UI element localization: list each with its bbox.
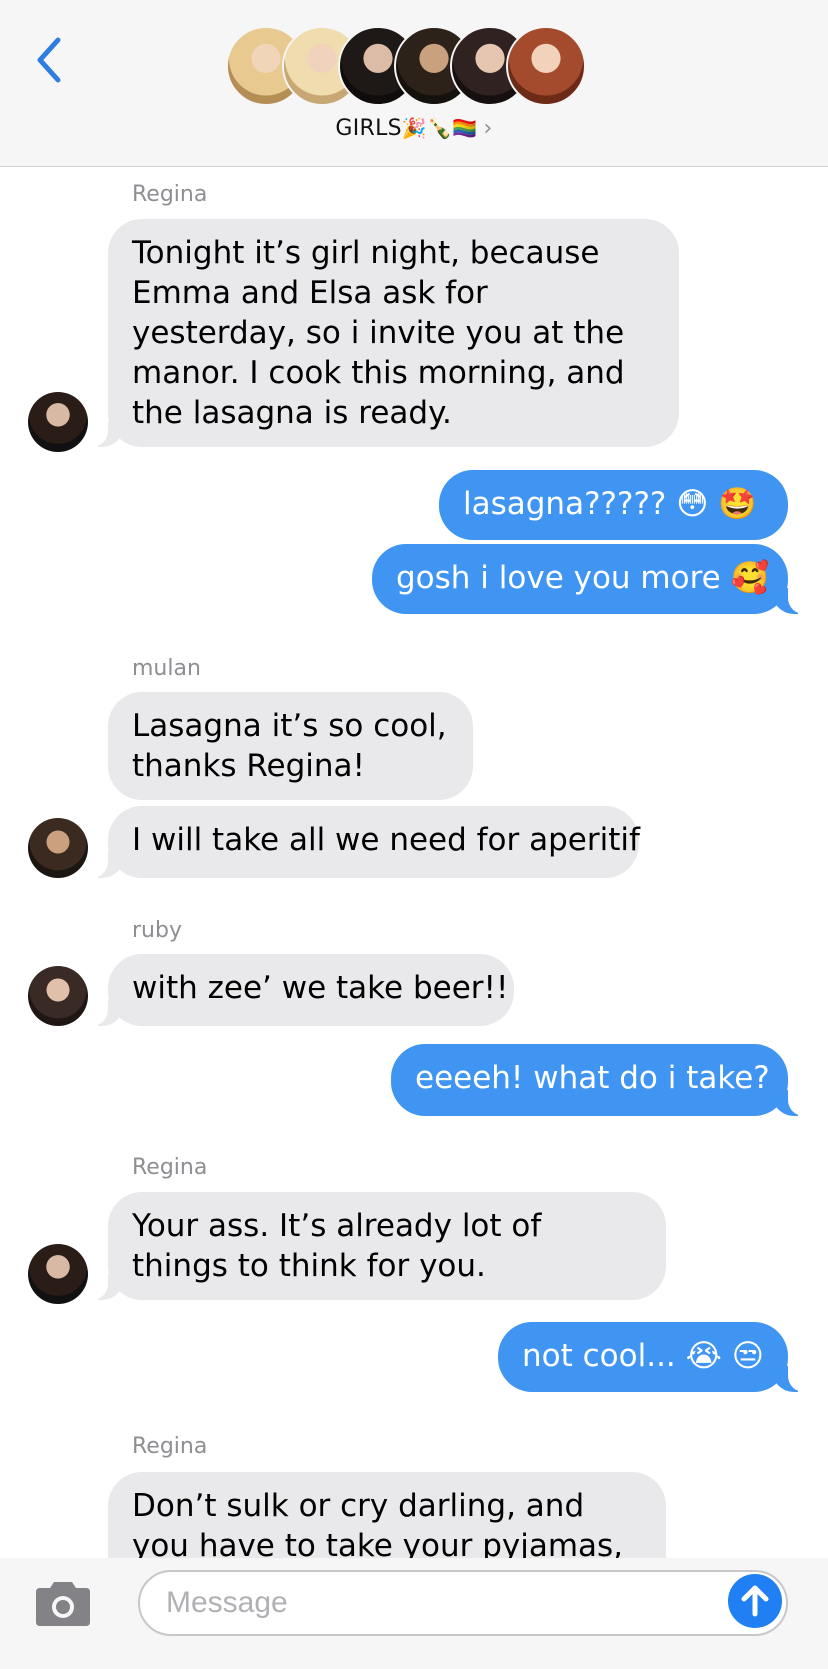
message-bubble-incoming[interactable]: Your ass. It’s already lot of things to … xyxy=(82,1192,666,1300)
sender-label: Regina xyxy=(132,182,208,207)
message-bubble-outgoing[interactable]: eeeeh! what do i take? xyxy=(391,1044,814,1116)
sender-label: Regina xyxy=(132,1434,208,1459)
sender-label: Regina xyxy=(132,1155,208,1180)
camera-icon xyxy=(36,1582,90,1626)
avatar-mulan xyxy=(28,818,88,878)
avatar-regina xyxy=(28,392,88,452)
chevron-right-icon: › xyxy=(483,116,493,141)
chevron-left-icon xyxy=(37,37,61,83)
sender-label: ruby xyxy=(132,918,182,943)
back-button[interactable] xyxy=(30,34,70,86)
message-input[interactable]: Message xyxy=(138,1570,788,1636)
send-button[interactable] xyxy=(728,1574,782,1628)
message-bubble-outgoing[interactable]: gosh i love you more 🥰 xyxy=(372,544,814,614)
message-bubble-incoming[interactable]: I will take all we need for aperitif xyxy=(82,806,640,878)
composer-bar: Message xyxy=(0,1558,828,1669)
avatar xyxy=(506,26,586,106)
sender-label: mulan xyxy=(132,656,201,681)
message-bubble-outgoing[interactable]: not cool... 😭 😒 xyxy=(498,1322,814,1392)
group-title[interactable]: GIRLS🎉🍾🏳️‍🌈 › xyxy=(0,116,828,141)
group-avatars[interactable] xyxy=(226,26,606,110)
group-name: GIRLS xyxy=(335,116,402,141)
message-bubble-incoming[interactable]: Lasagna it’s so cool, thanks Regina! xyxy=(108,692,473,800)
conversation-header: GIRLS🎉🍾🏳️‍🌈 › xyxy=(0,0,828,167)
camera-button[interactable] xyxy=(32,1580,94,1628)
message-bubble-incoming[interactable]: Tonight it’s girl night, because Emma an… xyxy=(82,219,679,447)
message-bubble-outgoing[interactable]: lasagna????? 😳 🤩 xyxy=(439,470,788,540)
group-title-emojis: 🎉🍾🏳️‍🌈 xyxy=(401,116,478,140)
avatar-regina xyxy=(28,1244,88,1304)
avatar-ruby xyxy=(28,966,88,1026)
message-bubble-incoming[interactable]: with zee’ we take beer!! xyxy=(82,954,514,1026)
arrow-up-icon xyxy=(741,1585,769,1617)
